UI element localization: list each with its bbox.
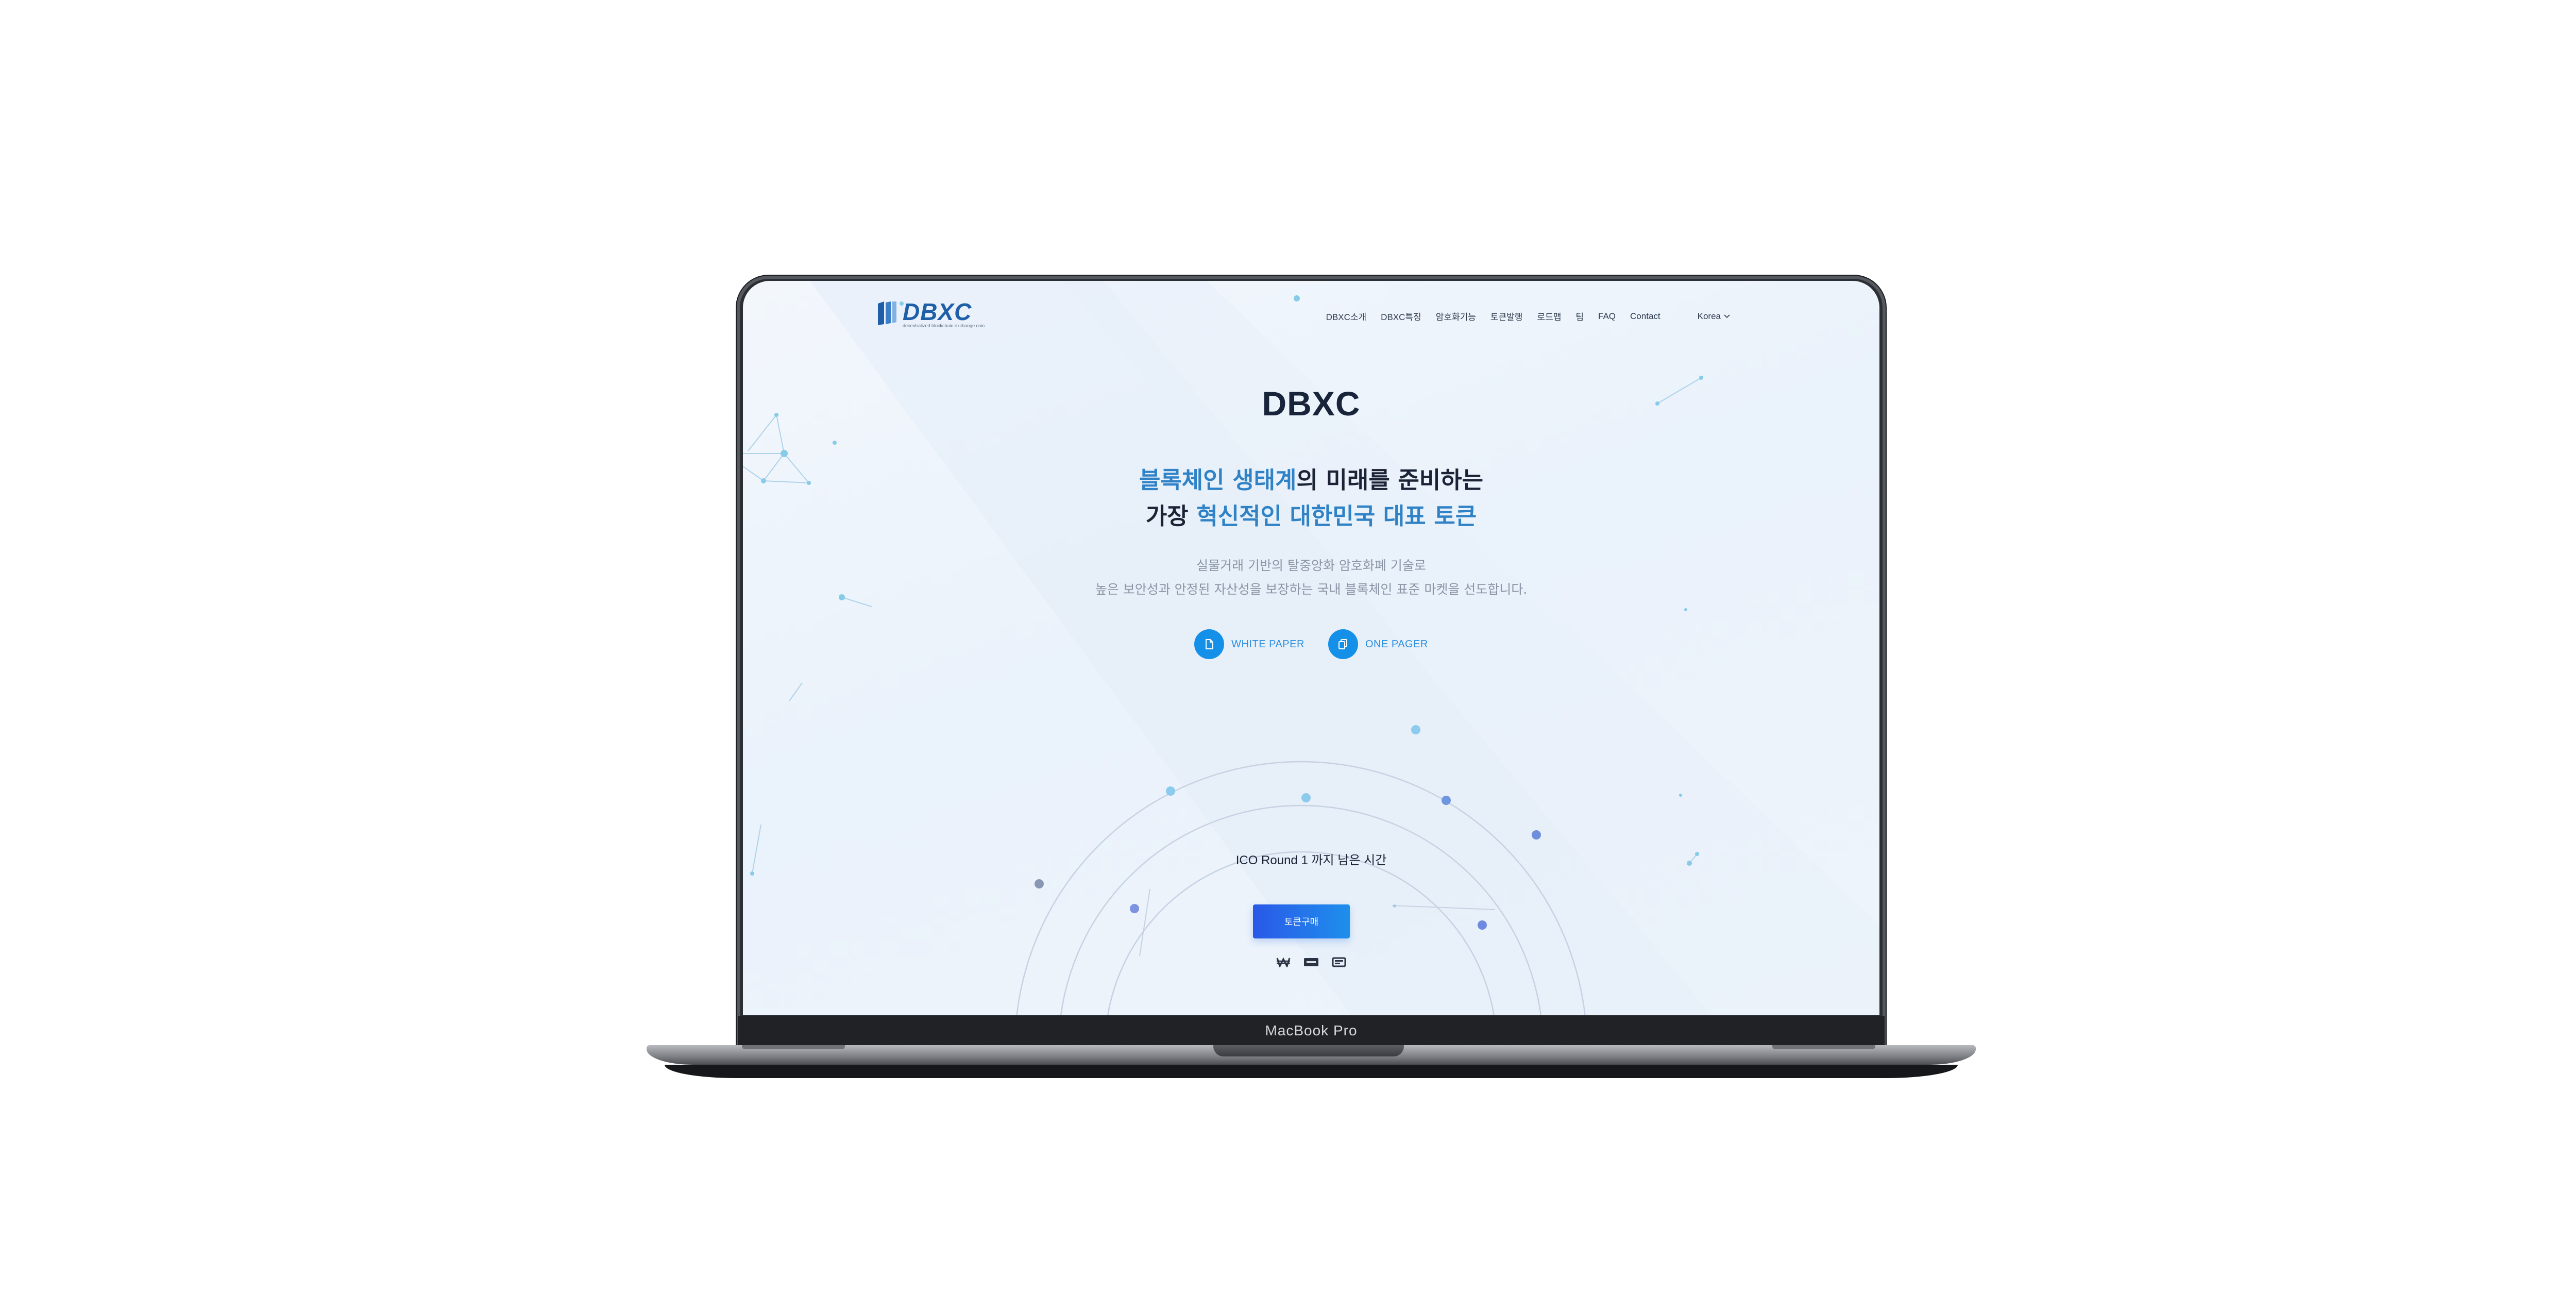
nav-item-team[interactable]: 팀 <box>1575 310 1584 323</box>
language-selector[interactable]: Korea <box>1698 311 1730 322</box>
main-nav: DBXC소개 DBXC특징 암호화기능 토큰발행 로드맵 팀 FAQ Conta… <box>1326 310 1730 323</box>
browser-screen: DBXC decentralized blockchain exchange c… <box>743 281 1879 1015</box>
dbxc-logo-mark-icon <box>878 301 896 325</box>
logo-name: DBXC <box>903 298 972 325</box>
nav-item-faq[interactable]: FAQ <box>1598 311 1616 322</box>
laptop-opening-notch <box>1213 1045 1404 1056</box>
nav-item-contact[interactable]: Contact <box>1630 311 1660 322</box>
headline-highlight-1: 블록체인 생태계 <box>1139 466 1297 494</box>
laptop-base-underside <box>665 1065 1958 1078</box>
buy-token-button[interactable]: 토큰구매 <box>1253 904 1350 938</box>
nav-item-features[interactable]: DBXC특징 <box>1381 310 1421 323</box>
won-icon[interactable] <box>1275 956 1292 968</box>
one-pager-button[interactable]: ONE PAGER <box>1328 629 1428 659</box>
payment-methods <box>743 956 1879 968</box>
dbxc-logo[interactable]: DBXC decentralized blockchain exchange c… <box>876 300 985 328</box>
nav-item-intro[interactable]: DBXC소개 <box>1326 310 1367 323</box>
visa-card-icon[interactable] <box>1303 956 1319 968</box>
description-line-1: 실물거래 기반의 탈중앙화 암호화폐 기술로 <box>1196 558 1426 573</box>
laptop-brand-label: MacBook Pro <box>1265 1022 1358 1038</box>
headline-prefix-2: 가장 <box>1145 502 1197 530</box>
laptop-hinge-right <box>1772 1045 1875 1049</box>
white-paper-label: WHITE PAPER <box>1231 638 1304 650</box>
white-paper-button[interactable]: WHITE PAPER <box>1194 629 1304 659</box>
headline-line-1: 블록체인 생태계의 미래를 준비하는 <box>743 462 1879 498</box>
nav-item-crypto[interactable]: 암호화기능 <box>1436 310 1476 323</box>
headline-line-2: 가장 혁신적인 대한민국 대표 토큰 <box>743 498 1879 534</box>
laptop-hinge-left <box>742 1045 845 1049</box>
chevron-down-icon <box>1724 314 1730 318</box>
one-pager-label: ONE PAGER <box>1365 638 1428 650</box>
document-links: WHITE PAPER ONE PAGER <box>743 629 1879 659</box>
copy-document-icon <box>1328 629 1358 659</box>
description-line-2: 높은 보안성과 안정된 자산성을 보장하는 국내 블록체인 표준 마켓을 선도합… <box>1095 582 1528 597</box>
wallet-icon[interactable] <box>1331 956 1347 968</box>
document-icon <box>1194 629 1225 659</box>
hero-headline: 블록체인 생태계의 미래를 준비하는 가장 혁신적인 대한민국 대표 토큰 <box>743 462 1879 534</box>
nav-item-roadmap[interactable]: 로드맵 <box>1537 310 1561 323</box>
nav-item-token[interactable]: 토큰발행 <box>1490 310 1523 323</box>
headline-highlight-2: 혁신적인 대한민국 대표 토큰 <box>1196 502 1477 530</box>
ico-countdown-label: ICO Round 1 까지 남은 시간 <box>1235 853 1387 867</box>
language-label: Korea <box>1697 311 1721 321</box>
hero-title: DBXC <box>1262 384 1361 423</box>
hero-description: 실물거래 기반의 탈중앙화 암호화폐 기술로 높은 보안성과 안정된 자산성을 … <box>743 554 1879 601</box>
headline-rest-1: 의 미래를 준비하는 <box>1296 466 1483 494</box>
laptop-bottom-bezel: MacBook Pro <box>738 1016 1885 1046</box>
logo-tagline: decentralized blockchain exchange coin <box>903 323 985 328</box>
